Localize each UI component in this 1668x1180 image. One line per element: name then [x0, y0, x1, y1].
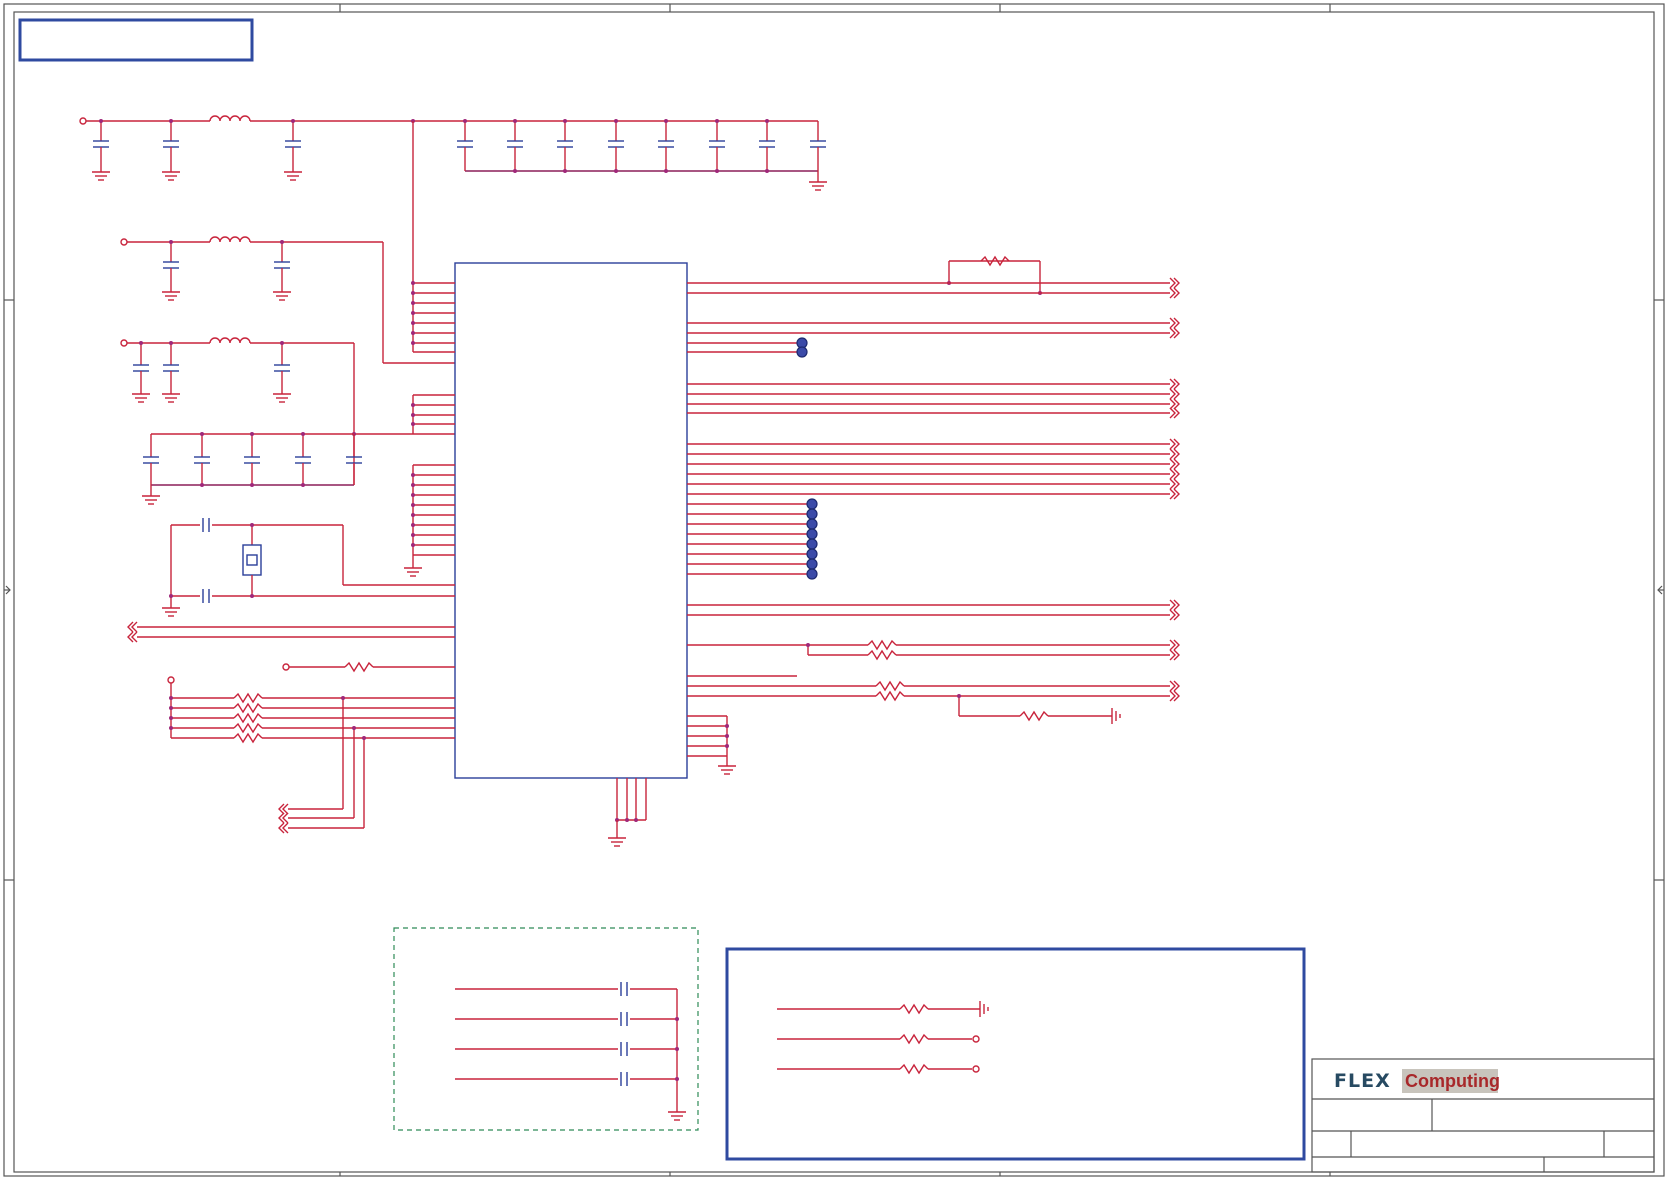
ic-bottom-ground [607, 778, 647, 847]
title-block: FLEX Computing [1311, 1058, 1655, 1173]
left-offpage-bus [127, 621, 455, 672]
crystal-circuit [161, 518, 455, 617]
note-box-resistors [725, 947, 1306, 1161]
ic-right-pins [687, 256, 1180, 775]
dashed-capacitor-block [393, 927, 699, 1131]
logo-word-computing: Computing [1405, 1071, 1500, 1091]
schematic-sheet: FLEX Computing [3, 3, 1665, 1177]
power-filter-1 [79, 115, 828, 352]
main-ic-body [454, 262, 688, 779]
drawing-frame [3, 3, 1665, 1177]
pullup-resistor-network [167, 676, 455, 834]
logo-word-flex: FLEX [1334, 1070, 1391, 1092]
ic-left-pins [403, 281, 455, 577]
sheet-title-box [18, 18, 254, 62]
company-logo: FLEX Computing [1334, 1069, 1500, 1093]
